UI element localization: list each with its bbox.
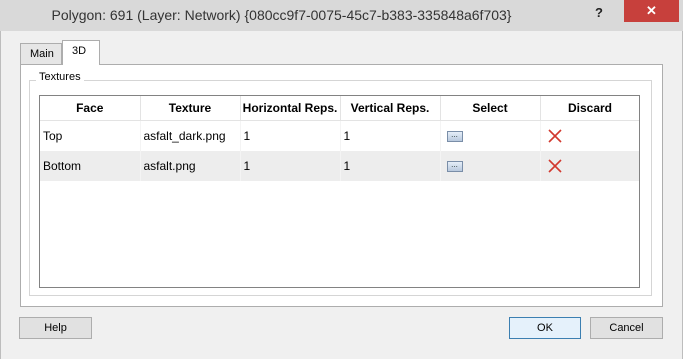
window-title: Polygon: 691 (Layer: Network) {080cc9f7-… <box>51 7 512 23</box>
texture-cell[interactable]: asfalt.png <box>140 151 241 181</box>
horizontal-reps-cell[interactable]: 1 <box>240 120 341 151</box>
vertical-reps-cell[interactable]: 1 <box>340 120 441 151</box>
face-cell[interactable]: Top <box>40 120 141 151</box>
column-header-texture[interactable]: Texture <box>140 96 241 121</box>
tab-main[interactable]: Main <box>20 43 62 64</box>
tab-3d[interactable]: 3D <box>62 40 100 65</box>
close-icon[interactable]: ✕ <box>624 0 679 22</box>
red-x-icon[interactable] <box>547 158 563 174</box>
ok-button[interactable]: OK <box>509 317 581 339</box>
grid-header-row: Face Texture Horizontal Reps. Vertical R… <box>40 96 639 121</box>
column-header-horizontal-reps[interactable]: Horizontal Reps. <box>240 96 341 121</box>
column-header-face[interactable]: Face <box>40 96 141 121</box>
cancel-button[interactable]: Cancel <box>590 317 663 339</box>
textures-grid: Face Texture Horizontal Reps. Vertical R… <box>39 95 640 288</box>
table-row[interactable]: Top asfalt_dark.png 1 1 ... <box>40 120 639 151</box>
column-header-vertical-reps[interactable]: Vertical Reps. <box>340 96 441 121</box>
column-header-select[interactable]: Select <box>440 96 541 121</box>
discard-cell <box>540 120 639 151</box>
help-icon[interactable]: ? <box>588 3 610 23</box>
column-header-discard[interactable]: Discard <box>540 96 639 121</box>
vertical-reps-cell[interactable]: 1 <box>340 151 441 181</box>
face-cell[interactable]: Bottom <box>40 151 141 181</box>
title-bar: Polygon: 691 (Layer: Network) {080cc9f7-… <box>0 0 683 32</box>
help-button[interactable]: Help <box>19 317 92 339</box>
textures-group-label: Textures <box>36 71 84 83</box>
browse-button[interactable]: ... <box>446 131 463 143</box>
red-x-icon[interactable] <box>547 128 563 144</box>
browse-button[interactable]: ... <box>446 161 463 173</box>
dialog-window: Polygon: 691 (Layer: Network) {080cc9f7-… <box>0 0 683 359</box>
texture-cell[interactable]: asfalt_dark.png <box>140 120 241 151</box>
table-row[interactable]: Bottom asfalt.png 1 1 ... <box>40 151 639 181</box>
select-cell: ... <box>440 120 541 151</box>
select-cell: ... <box>440 151 541 181</box>
horizontal-reps-cell[interactable]: 1 <box>240 151 341 181</box>
discard-cell <box>540 151 639 181</box>
